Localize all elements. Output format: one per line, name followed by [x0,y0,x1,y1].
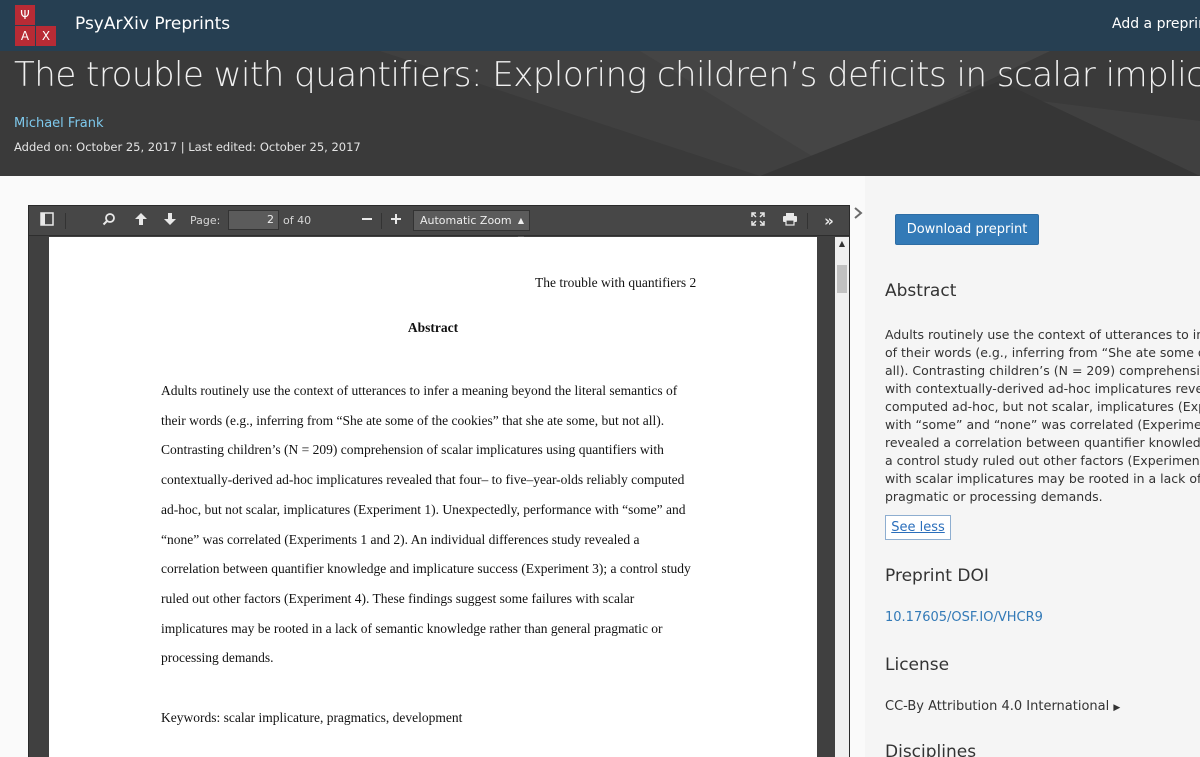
presentation-mode-icon[interactable] [749,212,767,230]
pdf-keywords: Keywords: scalar implicature, pragmatics… [161,710,463,725]
brand-link[interactable]: PsyArXiv Preprints [75,14,230,34]
license-text: CC-By Attribution 4.0 International [885,699,1110,714]
zoom-out-icon[interactable] [358,212,376,230]
pdf-abstract-line: contextually-derived ad-hoc implicatures… [161,472,685,487]
preprint-sidebar: Download preprint Abstract Adults routin… [865,176,1200,757]
abstract-line: with contextually-derived ad-hoc implica… [885,381,1200,396]
license-toggle[interactable]: CC-By Attribution 4.0 International ▶ [885,699,1120,714]
pdf-scrollbar[interactable]: ▲ [835,237,849,757]
license-heading: License [885,655,950,675]
pdf-abstract-line: ruled out other factors (Experiment 4). … [161,591,635,606]
abstract-line: pragmatic or processing demands. [885,489,1103,504]
abstract-line: computed ad-hoc, but not scalar, implica… [885,399,1200,414]
download-preprint-button[interactable]: Download preprint [895,214,1039,245]
doi-link[interactable]: 10.17605/OSF.IO/VHCR9 [885,610,1043,625]
pdf-abstract-line: implicatures may be rooted in a lack of … [161,621,663,636]
abstract-line: of their words (e.g., inferring from “Sh… [885,345,1200,360]
logo-psi-tile: Ψ [15,5,35,25]
see-less-button[interactable]: See less [885,515,951,540]
search-icon[interactable] [100,212,118,230]
sidebar-toggle-icon[interactable] [38,212,56,230]
page-total: of 40 [283,214,312,227]
preprint-header: The trouble with quantifiers: Exploring … [0,51,1200,176]
page-number-input[interactable]: 2 [228,210,279,230]
next-page-icon[interactable] [161,212,179,230]
pdf-abstract-line: Contrasting children’s (N = 209) compreh… [161,442,664,457]
date-info: Added on: October 25, 2017 | Last edited… [14,140,361,154]
toolbar-divider [807,213,808,229]
toolbar-divider [65,213,66,229]
zoom-select-value: Automatic Zoom [420,214,512,227]
toolbar-divider [381,213,382,229]
tools-icon[interactable]: » [820,212,838,230]
abstract-text: Adults routinely use the context of utte… [885,326,1200,506]
pdf-abstract-line: “none” was correlated (Experiments 1 and… [161,532,640,547]
doi-heading: Preprint DOI [885,566,989,586]
pdf-abstract-heading: Abstract [407,320,459,335]
pdf-abstract-line: Adults routinely use the context of utte… [161,383,678,398]
pdf-toolbar: Page: 2 of 40 Automatic Zoom ▲▼ » [29,206,849,244]
zoom-in-icon[interactable] [387,212,405,230]
pdf-viewer: Page: 2 of 40 Automatic Zoom ▲▼ » The tr… [28,205,850,757]
scroll-up-arrow-icon[interactable]: ▲ [835,237,849,251]
abstract-line: a control study ruled out other factors … [885,453,1200,468]
caret-right-icon: ▶ [1113,703,1121,713]
abstract-line: all). Contrasting children’s (N = 209) c… [885,363,1200,378]
abstract-line: Adults routinely use the context of utte… [885,327,1200,342]
pdf-page: The trouble with quantifiers 2 Abstract … [49,237,817,757]
scroll-thumb[interactable] [837,265,847,293]
collapse-sidebar-chevron-icon[interactable] [853,205,863,224]
page-title: The trouble with quantifiers: Exploring … [14,55,1200,95]
abstract-line: with “some” and “none” was correlated (E… [885,417,1200,432]
abstract-heading: Abstract [885,281,957,301]
logo-a-tile: A [15,26,35,46]
abstract-line: revealed a correlation between quantifie… [885,435,1200,450]
page-label: Page: [190,214,221,227]
previous-page-icon[interactable] [132,212,150,230]
pdf-abstract-line: ad-hoc, but not scalar, implicatures (Ex… [161,502,686,517]
pdf-abstract-line: correlation between quantifier knowledge… [161,561,691,576]
running-head: The trouble with quantifiers 2 [535,275,697,290]
logo-x-tile: X [36,26,56,46]
top-navbar: Ψ A X PsyArXiv Preprints Add a preprint [0,0,1200,51]
abstract-line: with scalar implicatures may be rooted i… [885,471,1200,486]
print-icon[interactable] [781,212,799,230]
author-link[interactable]: Michael Frank [14,116,104,131]
disciplines-heading: Disciplines [885,742,977,757]
zoom-select[interactable]: Automatic Zoom ▲▼ [413,210,530,244]
add-preprint-link[interactable]: Add a preprint [1112,16,1200,32]
pdf-abstract-line: processing demands. [161,650,274,665]
psyarxiv-logo[interactable]: Ψ A X [15,5,57,47]
pdf-abstract-line: their words (e.g., inferring from “She a… [161,413,665,428]
